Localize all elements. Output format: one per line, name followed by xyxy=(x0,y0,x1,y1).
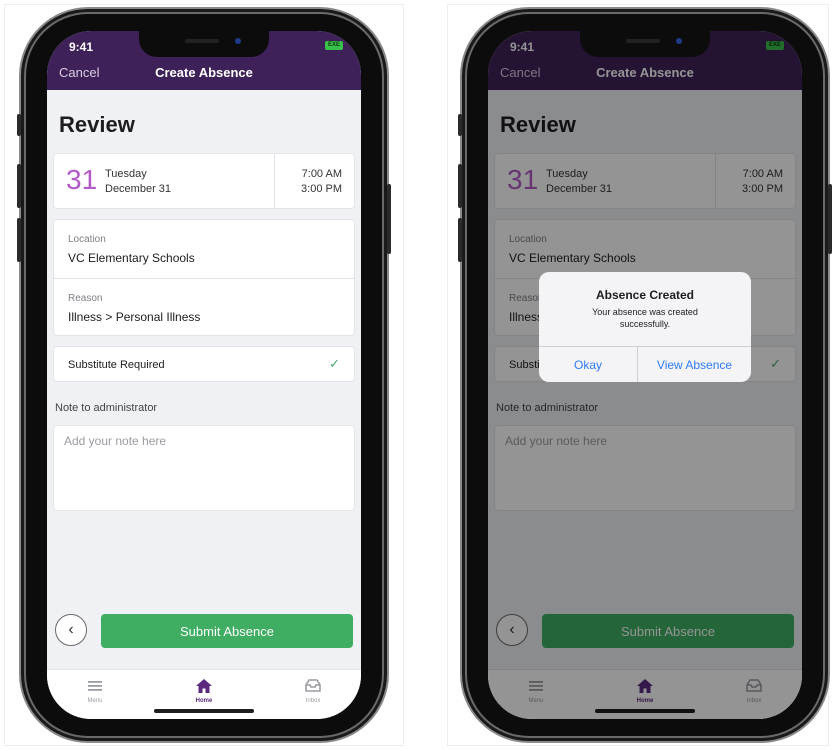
day-number: 31 xyxy=(66,164,98,195)
date-card: 31 Tuesday December 31 7:00 AM 3:00 PM xyxy=(53,153,355,209)
substitute-label: Substitute Required xyxy=(68,359,165,371)
back-button[interactable]: ‹ xyxy=(55,614,87,646)
location-label: Location xyxy=(68,234,106,245)
start-time: 7:00 AM xyxy=(301,168,342,180)
details-card: Location VC Elementary Schools Reason Il… xyxy=(53,219,355,336)
notch xyxy=(580,31,710,57)
note-card xyxy=(53,425,355,511)
reason-value: Illness > Personal Illness xyxy=(68,310,201,324)
tab-label: Inbox xyxy=(305,698,321,704)
power-button xyxy=(828,184,832,254)
substitute-row[interactable]: Substitute Required ✓ xyxy=(53,346,355,382)
volume-down-button xyxy=(17,218,21,262)
phone-left: 9:41 EXE Cancel Create Absence Review 31… xyxy=(17,14,391,736)
submit-absence-button[interactable]: Submit Absence xyxy=(101,614,353,648)
tab-label: Menu xyxy=(87,698,103,704)
location-value: VC Elementary Schools xyxy=(68,251,195,265)
menu-icon xyxy=(55,676,135,696)
mute-switch xyxy=(17,114,21,136)
alert-message: Your absence was created successfully. xyxy=(592,307,698,329)
power-button xyxy=(387,184,391,254)
home-icon xyxy=(164,676,244,696)
okay-button[interactable]: Okay xyxy=(539,347,637,382)
home-indicator xyxy=(154,709,254,713)
absence-created-alert: Absence Created Your absence was created… xyxy=(539,272,751,382)
view-absence-button[interactable]: View Absence xyxy=(638,347,751,382)
volume-up-button xyxy=(458,164,462,208)
checkmark-icon: ✓ xyxy=(329,356,340,371)
time-divider xyxy=(274,154,275,208)
day-name: Tuesday xyxy=(105,168,147,180)
tab-inbox[interactable]: Inbox xyxy=(273,676,353,704)
chevron-left-icon: ‹ xyxy=(68,621,74,638)
page-title: Create Absence xyxy=(155,65,253,80)
inbox-icon xyxy=(273,676,353,696)
review-heading: Review xyxy=(59,112,135,137)
screen-confirmation: 9:41 EXE Cancel Create Absence Review 31… xyxy=(488,31,802,719)
screen-review: 9:41 EXE Cancel Create Absence Review 31… xyxy=(47,31,361,719)
volume-up-button xyxy=(17,164,21,208)
volume-down-button xyxy=(458,218,462,262)
action-bar: ‹ Submit Absence xyxy=(47,604,361,664)
tab-menu[interactable]: Menu xyxy=(55,676,135,704)
battery-icon: EXE xyxy=(325,41,343,50)
note-input[interactable] xyxy=(64,434,344,502)
note-label: Note to administrator xyxy=(55,402,158,414)
alert-title: Absence Created xyxy=(595,288,695,302)
tab-label: Home xyxy=(195,698,213,704)
tab-home[interactable]: Home xyxy=(164,676,244,704)
notch xyxy=(139,31,269,57)
phone-right: 9:41 EXE Cancel Create Absence Review 31… xyxy=(458,14,832,736)
reason-label: Reason xyxy=(68,293,103,304)
status-time: 9:41 xyxy=(69,40,94,54)
date-text: December 31 xyxy=(105,183,172,195)
details-divider xyxy=(54,278,354,279)
end-time: 3:00 PM xyxy=(301,183,342,195)
mute-switch xyxy=(458,114,462,136)
